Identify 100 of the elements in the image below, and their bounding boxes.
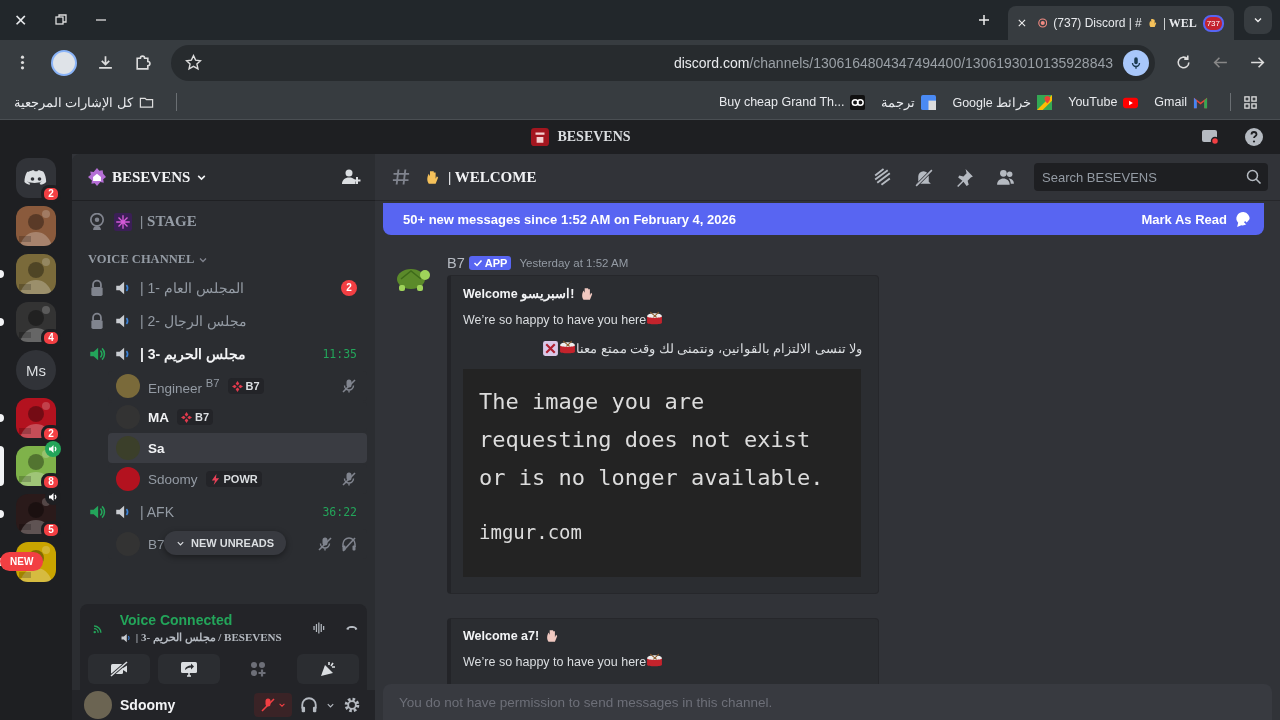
new-badge: NEW	[0, 552, 44, 571]
diamond-icon	[231, 380, 243, 392]
search-field[interactable]: Search BESEVENS	[1034, 163, 1268, 191]
voice-channel-link[interactable]: | مجلس الحريم -3 / BESEVENS	[135, 631, 282, 644]
embed-text: ولا تنسى الالتزام بالقوانين، ونتمنى لك وقت ممتع معنا	[576, 341, 862, 356]
hashtag-icon	[391, 167, 411, 187]
diamond-icon	[181, 411, 192, 423]
app-badge: APP	[468, 256, 512, 270]
threads-icon[interactable]	[872, 166, 893, 188]
app-title: BESEVENS	[557, 129, 631, 145]
microphone-icon	[1129, 55, 1143, 70]
gg-logo-icon	[850, 94, 866, 110]
help-icon[interactable]	[1244, 127, 1264, 147]
chat-check-icon	[1235, 210, 1252, 228]
apps-grid-icon[interactable]	[1243, 94, 1258, 110]
waving-hand-icon	[545, 629, 560, 643]
new-unreads-button[interactable]: NEW UNREADS	[164, 531, 287, 555]
call-timer: 11:35	[322, 346, 357, 361]
browser-tab[interactable]: (737) Discord | # | WEL 737	[1008, 6, 1234, 40]
camera-off-button[interactable]	[88, 654, 150, 684]
avatar	[116, 467, 140, 491]
restore-icon[interactable]	[55, 14, 68, 26]
settings-icon[interactable]	[343, 696, 361, 714]
recording-icon	[1037, 17, 1048, 29]
reload-icon[interactable]	[1175, 54, 1192, 71]
server-boost-icon	[88, 168, 106, 186]
channel-name: | WELCOME	[448, 168, 537, 186]
mute-button[interactable]	[254, 693, 292, 717]
embed-title: Welcome اسبريسو!	[463, 286, 575, 301]
voice-channel[interactable]: | مجلس الرجال -2	[80, 304, 367, 337]
voice-status[interactable]: Voice Connected	[119, 612, 282, 628]
member-tag: POWR	[205, 471, 262, 487]
bookmark-link[interactable]: Buy cheap Grand Th...	[718, 95, 845, 109]
user-name[interactable]: Sdoomy	[120, 697, 176, 713]
close-button[interactable]: ✕	[14, 10, 28, 30]
all-bookmarks-link[interactable]: كل الإشارات المرجعية	[14, 94, 133, 110]
bookmark-link[interactable]: Google خرائط	[952, 94, 1032, 110]
cross-icon	[542, 340, 560, 357]
embed-text: We’re so happy to have you here	[463, 312, 647, 327]
voice-member[interactable]: Sa	[108, 433, 367, 463]
category-header[interactable]: VOICE CHANNEL	[80, 250, 367, 271]
lock-icon	[88, 311, 106, 330]
bookmark-link[interactable]: ترجمة	[881, 94, 916, 110]
chevron-down-icon	[1253, 15, 1263, 25]
server-button[interactable]: Ms	[16, 350, 56, 390]
muted-bell-icon[interactable]	[913, 166, 934, 188]
download-icon[interactable]	[97, 54, 114, 71]
home-button[interactable]	[16, 158, 56, 198]
stage-channel[interactable]: | STAGE	[80, 205, 367, 238]
author-name[interactable]: B7	[447, 255, 465, 271]
notification-badge: 2	[41, 425, 61, 443]
embed-image[interactable]: The image you are requesting does not exist or is no longer available. imgur.com	[463, 369, 861, 577]
mention-badge: 2	[341, 279, 357, 296]
timestamp: Yesterday at 1:52 AM	[519, 257, 629, 269]
hand-icon	[1147, 17, 1158, 29]
new-messages-bar[interactable]: 50+ new messages since 1:52 AM on February 4, 2026 Mark As Read	[383, 203, 1264, 235]
fireworks-icon	[114, 212, 132, 231]
waving-hand-icon	[580, 286, 595, 301]
extension-icon[interactable]	[134, 54, 151, 71]
translate-icon	[921, 94, 937, 110]
avatar	[116, 436, 140, 460]
speaker-icon	[119, 631, 132, 644]
screen-share-icon	[178, 659, 199, 679]
soundboard-button[interactable]	[297, 654, 359, 684]
controller-logo-icon	[24, 169, 48, 187]
checkmark-icon	[472, 258, 483, 268]
search-icon	[1246, 169, 1262, 185]
call-timer: 36:22	[322, 504, 357, 519]
mark-as-read-button[interactable]: Mark As Read	[1141, 211, 1227, 227]
avatar	[116, 374, 140, 398]
image-text: imgur.com	[479, 521, 582, 543]
notification-badge: 4	[41, 329, 61, 347]
favicon-badge: 737	[1202, 14, 1224, 32]
profile-avatar[interactable]	[51, 49, 77, 76]
screen-share-icon[interactable]	[1200, 127, 1220, 147]
camera-off-icon	[108, 659, 129, 679]
new-tab-icon[interactable]	[978, 14, 990, 26]
voice-search-button[interactable]	[1123, 49, 1149, 76]
voice-channel[interactable]: | AFK 36:22	[80, 495, 367, 528]
embed-text: We’re so happy to have you here	[463, 654, 647, 669]
avatar[interactable]	[84, 691, 112, 719]
bookmark-link[interactable]: YouTube	[1068, 95, 1118, 109]
chevron-down-icon	[278, 701, 286, 709]
bookmark-link[interactable]: Gmail	[1154, 95, 1187, 109]
image-text: or is no longer available.	[479, 464, 824, 492]
headphones-icon[interactable]	[300, 696, 318, 714]
server-name[interactable]: BESEVENS	[112, 168, 191, 186]
screen-share-button[interactable]	[157, 654, 220, 684]
new-messages-text: 50+ new messages since 1:52 AM on February 4, 2026	[403, 211, 736, 227]
tab-title: (737) Discord | #	[1053, 16, 1142, 30]
notification-badge: 5	[41, 521, 61, 539]
notification-badge: 8	[41, 473, 61, 491]
map-pin-icon	[1037, 94, 1053, 110]
close-icon[interactable]	[1018, 18, 1026, 28]
lightning-icon	[209, 473, 221, 485]
embed-title: Welcome a7!	[463, 629, 540, 643]
server-logo-icon	[531, 128, 550, 146]
add-member-icon[interactable]	[341, 167, 361, 187]
lock-icon	[88, 278, 106, 297]
star-icon[interactable]	[185, 54, 202, 71]
